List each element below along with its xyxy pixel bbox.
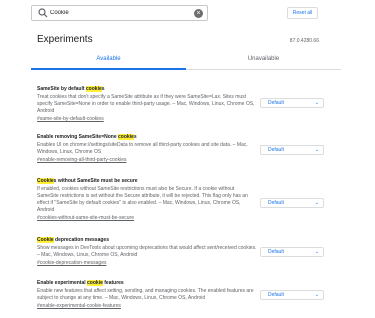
page-title: Experiments: [37, 34, 93, 45]
reset-all-button[interactable]: Reset all: [287, 7, 318, 19]
experiments-panel: Experiments 87.0.4280.66 Available Unava…: [31, 26, 341, 318]
search-icon: [36, 6, 50, 20]
experiment-item: Enable removing SameSite=None cookies En…: [37, 134, 333, 163]
experiment-description: Enable new features that affect setting,…: [37, 288, 254, 301]
chevron-down-icon: ⌄: [314, 249, 319, 255]
experiment-select[interactable]: Default ⌄: [260, 247, 324, 257]
chevron-down-icon: ⌄: [314, 200, 319, 206]
search-highlight: cookie: [85, 86, 102, 92]
experiment-item: Cookie deprecation messages Show message…: [37, 237, 333, 266]
experiment-description: Treat cookies that don't specify a SameS…: [37, 94, 255, 114]
search-highlight: Cookie: [37, 237, 54, 243]
clear-search-icon[interactable]: ×: [194, 9, 203, 18]
experiment-title: Cookies without SameSite must be secure: [37, 178, 138, 184]
active-tab-indicator: [31, 68, 186, 70]
tab-bar: Available Unavailable: [31, 50, 341, 70]
experiment-title: Cookie deprecation messages: [37, 237, 109, 243]
search-highlight: Cookie: [37, 178, 54, 184]
experiment-link[interactable]: #enable-experimental-cookie-features: [37, 303, 333, 309]
experiment-title: Enable removing SameSite=None cookies: [37, 134, 137, 140]
experiment-description: Show messages in DevTools about upcoming…: [37, 245, 257, 258]
experiment-select[interactable]: Default ⌄: [260, 290, 324, 300]
experiment-description: If enabled, cookies without SameSite res…: [37, 186, 248, 213]
tab-unavailable[interactable]: Unavailable: [186, 56, 341, 62]
experiment-select[interactable]: Default ⌄: [260, 145, 324, 155]
search-box[interactable]: ×: [31, 5, 208, 21]
content-area: Experiments 87.0.4280.66 Available Unava…: [0, 26, 375, 318]
search-highlight: cookie: [118, 134, 134, 140]
experiment-title: Enable experimental cookie features: [37, 280, 124, 286]
version-label: 87.0.4280.66: [289, 38, 319, 44]
experiment-select[interactable]: Default ⌄: [260, 198, 324, 208]
experiment-item: Enable experimental cookie features Enab…: [37, 280, 333, 309]
experiment-link[interactable]: #enable-removing-all-third-party-cookies: [37, 157, 333, 163]
experiment-link[interactable]: #cookie-deprecation-messages: [37, 260, 333, 266]
search-input[interactable]: [50, 10, 190, 16]
chevron-down-icon: ⌄: [314, 100, 319, 106]
experiment-title: SameSite by default cookies: [37, 86, 105, 92]
top-bar: × Reset all: [0, 0, 375, 26]
chevron-down-icon: ⌄: [314, 147, 319, 153]
search-highlight: cookie: [87, 280, 103, 286]
experiment-select[interactable]: Default ⌄: [260, 98, 324, 108]
experiment-description: Enables UI on chrome://settings/siteData…: [37, 142, 248, 155]
experiment-item: Cookies without SameSite must be secure …: [37, 178, 333, 221]
tab-available[interactable]: Available: [31, 56, 186, 62]
experiment-link[interactable]: #same-site-by-default-cookies: [37, 116, 333, 122]
chevron-down-icon: ⌄: [314, 292, 319, 298]
experiment-link[interactable]: #cookies-without-same-site-must-be-secur…: [37, 215, 333, 221]
experiment-item: SameSite by default cookies Treat cookie…: [37, 86, 333, 122]
